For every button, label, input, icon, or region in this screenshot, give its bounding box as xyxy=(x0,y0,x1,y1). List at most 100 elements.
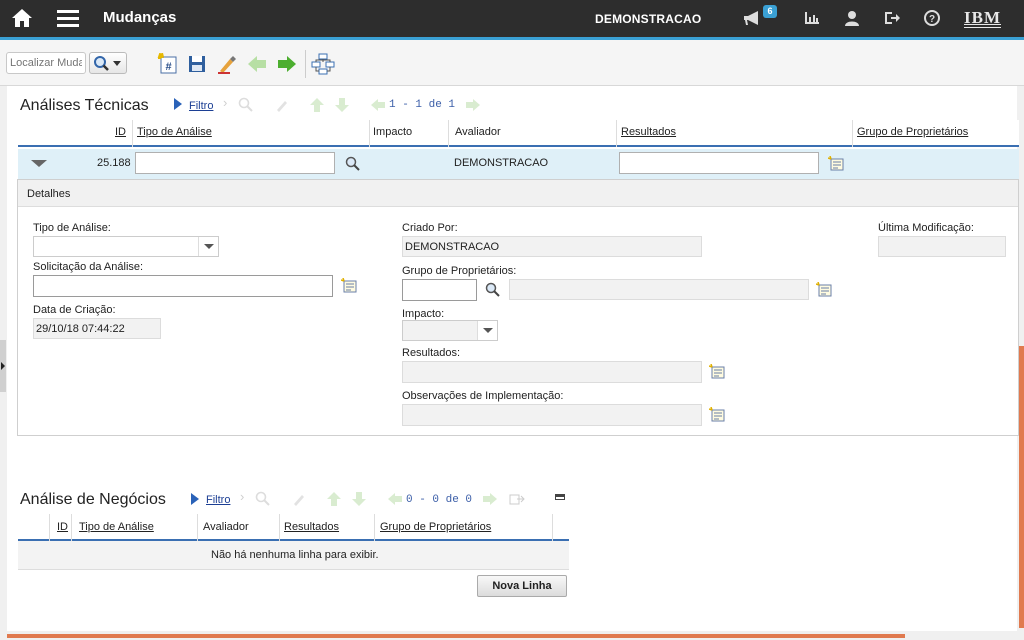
technical-table-header: ID Tipo de Análise Impacto Avaliador Res… xyxy=(18,120,1019,147)
main-panel: Análises Técnicas Filtro › 1 - 1 de 1 ID… xyxy=(7,86,1019,631)
top-bar: Mudanças DEMONSTRACAO 6 ? IBM xyxy=(0,0,1024,37)
long-description-icon[interactable] xyxy=(708,405,728,425)
details-panel: Detalhes Tipo de Análise: Solicitação da… xyxy=(17,179,1019,436)
edit-disabled-icon xyxy=(289,489,309,509)
arrow-down-icon xyxy=(332,95,352,115)
menu-icon[interactable] xyxy=(56,7,80,29)
created-date-label: Data de Criação: xyxy=(33,304,116,316)
home-icon[interactable] xyxy=(10,7,34,29)
clear-changes-icon[interactable] xyxy=(215,52,239,76)
help-icon[interactable]: ? xyxy=(920,7,944,29)
details-heading: Detalhes xyxy=(27,188,71,200)
column-divider xyxy=(448,120,449,147)
impl-notes-value xyxy=(402,404,702,426)
app-title: Mudanças xyxy=(103,9,177,26)
sign-out-icon[interactable] xyxy=(880,7,904,29)
business-pager: 0 - 0 de 0 xyxy=(406,494,473,506)
created-date-value: 29/10/18 07:44:22 xyxy=(33,318,161,339)
minimize-icon[interactable] xyxy=(555,494,565,500)
search-disabled-icon xyxy=(253,489,273,509)
arrow-up-icon xyxy=(307,95,327,115)
technical-filter-link[interactable]: Filtro xyxy=(189,100,213,112)
long-description-icon[interactable] xyxy=(340,276,360,296)
impl-notes-label: Observações de Implementação: xyxy=(402,390,564,402)
column-divider xyxy=(132,120,133,147)
filter-toggle-icon[interactable] xyxy=(174,98,182,110)
toolbar-separator xyxy=(305,50,306,78)
last-modified-label: Última Modificação: xyxy=(878,222,974,234)
chevron-right-icon: › xyxy=(223,95,228,110)
current-user: DEMONSTRACAO xyxy=(595,12,702,26)
analysis-type-field[interactable] xyxy=(135,152,335,174)
chevron-right-icon xyxy=(1,362,5,370)
svg-text:#: # xyxy=(165,61,171,73)
reports-icon[interactable] xyxy=(800,7,824,29)
previous-page-icon xyxy=(385,489,405,509)
column-header-id[interactable]: ID xyxy=(57,521,68,533)
column-divider xyxy=(197,514,198,541)
analysis-request-field[interactable] xyxy=(33,275,333,297)
collapse-row-icon[interactable] xyxy=(31,160,47,167)
ibm-logo: IBM xyxy=(964,8,1001,27)
svg-text:?: ? xyxy=(929,14,935,25)
filter-toggle-icon[interactable] xyxy=(191,493,199,505)
toolbar: # xyxy=(0,40,1024,86)
scrollbar[interactable] xyxy=(1019,346,1024,628)
business-filter-link[interactable]: Filtro xyxy=(206,494,230,506)
workflow-icon[interactable] xyxy=(311,52,335,76)
empty-message: Não há nenhuma linha para exibir. xyxy=(211,549,379,561)
impact-select[interactable] xyxy=(402,320,498,341)
next-record-icon[interactable] xyxy=(275,52,299,76)
horizontal-scrollbar[interactable] xyxy=(7,634,905,638)
chevron-down-icon[interactable] xyxy=(477,321,497,340)
owner-group-field[interactable] xyxy=(402,279,477,301)
search-disabled-icon xyxy=(236,95,256,115)
results-label: Resultados: xyxy=(402,347,461,359)
previous-record-icon[interactable] xyxy=(245,52,269,76)
find-options-button[interactable] xyxy=(89,52,127,74)
column-header-owner-group[interactable]: Grupo de Proprietários xyxy=(380,521,491,533)
column-divider xyxy=(369,120,370,147)
column-divider xyxy=(279,514,280,541)
find-change-input[interactable] xyxy=(6,52,86,74)
new-record-icon[interactable]: # xyxy=(156,52,180,76)
user-profile-icon[interactable] xyxy=(840,7,864,29)
column-header-analysis-type[interactable]: Tipo de Análise xyxy=(137,126,212,138)
arrow-down-icon xyxy=(349,489,369,509)
analysis-type-select[interactable] xyxy=(33,236,219,257)
business-table-header: ID Tipo de Análise Avaliador Resultados … xyxy=(18,514,569,541)
next-page-icon xyxy=(480,489,500,509)
long-description-icon[interactable] xyxy=(827,154,847,174)
column-header-evaluator: Avaliador xyxy=(203,521,249,533)
impact-label: Impacto: xyxy=(402,308,445,320)
chevron-down-icon[interactable] xyxy=(198,237,218,256)
row-id: 25.188 xyxy=(97,157,131,169)
notification-badge: 6 xyxy=(763,5,777,18)
long-description-icon[interactable] xyxy=(815,280,835,300)
empty-table-row: Não há nenhuma linha para exibir. xyxy=(18,541,569,570)
created-by-value: DEMONSTRACAO xyxy=(402,236,702,257)
column-header-results[interactable]: Resultados xyxy=(621,126,676,138)
column-header-owner-group[interactable]: Grupo de Proprietários xyxy=(857,126,968,138)
column-header-evaluator: Avaliador xyxy=(455,126,501,138)
long-description-icon[interactable] xyxy=(708,362,728,382)
magnifier-icon xyxy=(94,56,109,71)
owner-group-description xyxy=(509,279,809,300)
table-row[interactable]: 25.188 DEMONSTRACAO xyxy=(18,149,1019,179)
previous-page-icon xyxy=(368,95,388,115)
new-row-button[interactable]: Nova Linha xyxy=(477,575,567,597)
column-divider xyxy=(374,514,375,541)
column-divider xyxy=(852,120,853,147)
technical-pager: 1 - 1 de 1 xyxy=(389,99,456,111)
column-header-results[interactable]: Resultados xyxy=(284,521,339,533)
side-panel-toggle[interactable] xyxy=(0,340,6,392)
lookup-icon[interactable] xyxy=(483,280,503,300)
chevron-right-icon: › xyxy=(240,489,245,504)
lookup-icon[interactable] xyxy=(343,154,363,174)
save-icon[interactable] xyxy=(185,52,209,76)
results-field[interactable] xyxy=(619,152,819,174)
column-header-analysis-type[interactable]: Tipo de Análise xyxy=(79,521,154,533)
column-header-id[interactable]: ID xyxy=(115,126,126,138)
column-divider xyxy=(616,120,617,147)
megaphone-icon[interactable] xyxy=(740,7,764,29)
